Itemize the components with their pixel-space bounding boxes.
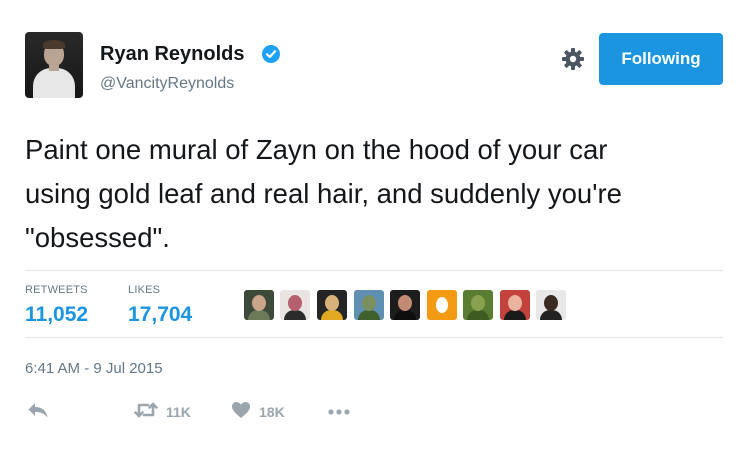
- retweet-button[interactable]: 11K: [134, 401, 191, 423]
- like-button[interactable]: 18K: [231, 401, 285, 423]
- reply-button[interactable]: [27, 401, 49, 423]
- verified-badge-icon: [262, 45, 280, 63]
- liker-avatar[interactable]: [244, 290, 274, 320]
- liker-avatar[interactable]: [427, 290, 457, 320]
- liker-avatar[interactable]: [463, 290, 493, 320]
- more-button[interactable]: [327, 401, 351, 423]
- like-count: 18K: [259, 404, 285, 420]
- avatar[interactable]: [25, 32, 83, 98]
- tweet-timestamp[interactable]: 6:41 AM - 9 Jul 2015: [25, 360, 163, 377]
- more-icon: [327, 403, 351, 421]
- heart-icon: [231, 401, 251, 424]
- liker-avatar[interactable]: [536, 290, 566, 320]
- likes-label[interactable]: LIKES: [128, 284, 160, 296]
- liker-avatar[interactable]: [280, 290, 310, 320]
- author-name[interactable]: Ryan Reynolds: [100, 43, 244, 66]
- retweet-icon: [134, 401, 158, 424]
- liker-avatar[interactable]: [500, 290, 530, 320]
- likes-count[interactable]: 17,704: [128, 303, 192, 327]
- retweet-count: 11K: [166, 404, 191, 420]
- gear-icon[interactable]: [561, 47, 585, 71]
- tweet-text-line: using gold leaf and real hair, and sudde…: [25, 178, 622, 209]
- retweets-count[interactable]: 11,052: [25, 303, 88, 327]
- retweets-label[interactable]: RETWEETS: [25, 284, 88, 296]
- following-button[interactable]: Following: [599, 33, 723, 85]
- divider: [25, 270, 723, 271]
- liker-avatar[interactable]: [354, 290, 384, 320]
- author-handle[interactable]: @VancityReynolds: [100, 75, 234, 93]
- tweet-text: Paint one mural of Zayn on the hood of y…: [25, 128, 725, 260]
- liker-avatar[interactable]: [317, 290, 347, 320]
- tweet-text-line: Paint one mural of Zayn on the hood of y…: [25, 134, 608, 165]
- tweet-text-line: "obsessed".: [25, 222, 170, 253]
- tweet-card: Ryan Reynolds @VancityReynolds Following…: [0, 0, 738, 461]
- divider: [25, 337, 723, 338]
- reply-icon: [27, 401, 49, 424]
- liker-avatar[interactable]: [390, 290, 420, 320]
